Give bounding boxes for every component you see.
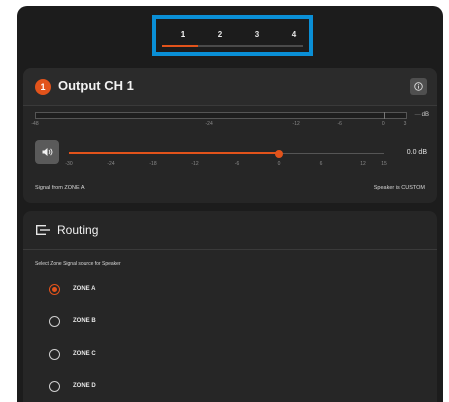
- meter-tick-label: 3: [403, 121, 407, 127]
- zone-c-label: ZONE C: [73, 351, 96, 357]
- speaker-icon: [42, 148, 53, 156]
- gain-tick-label: 0: [277, 161, 281, 167]
- zone-c-radio[interactable]: [49, 349, 60, 360]
- meter-tick-label: -6: [337, 121, 342, 127]
- meter-unit: —dB: [414, 112, 429, 118]
- active-tab-indicator: [162, 45, 198, 47]
- gain-tick-label: 6: [319, 161, 323, 167]
- signal-source-text: Signal from ZONE A: [35, 185, 85, 191]
- tab-channel-4[interactable]: 4: [279, 30, 309, 39]
- routing-card: Routing Select Zone Signal source for Sp…: [23, 211, 437, 402]
- output-title: Output CH 1: [58, 78, 134, 93]
- gain-tick-label: -6: [234, 161, 240, 167]
- info-button[interactable]: [410, 78, 427, 95]
- routing-header: Routing: [23, 211, 437, 250]
- gain-tick-label: -18: [149, 161, 157, 167]
- meter-tick-label: 0: [381, 121, 385, 127]
- gain-tick-label: 12: [360, 161, 366, 167]
- level-meter: [35, 112, 407, 119]
- gain-slider-thumb[interactable]: [275, 150, 283, 158]
- gain-tick-label: 15: [381, 161, 387, 167]
- zone-a-label: ZONE A: [73, 286, 96, 292]
- meter-tick-label: -24: [205, 121, 213, 127]
- routing-icon: [36, 225, 50, 235]
- tab-channel-3[interactable]: 3: [242, 30, 272, 39]
- meter-tick-label: -48: [31, 121, 39, 127]
- channel-tabs: 1 2 3 4: [152, 15, 313, 56]
- zone-d-label: ZONE D: [73, 383, 96, 389]
- gain-tick-label: -12: [191, 161, 199, 167]
- zone-b-radio[interactable]: [49, 316, 60, 327]
- routing-title: Routing: [57, 223, 99, 237]
- zone-a-radio[interactable]: [49, 284, 60, 295]
- meter-scale: -48 -24 -12 -6 0 3: [31, 121, 407, 129]
- zone-d-radio[interactable]: [49, 381, 60, 392]
- output-header: 1 Output CH 1: [23, 68, 437, 106]
- app-window: 1 2 3 4 1 Output CH 1 —dB -48 -24 -12 -6 0 3: [17, 6, 443, 402]
- gain-scale: -30 -24 -18 -12 -6 0 6 12 15: [65, 161, 387, 169]
- output-card: 1 Output CH 1 —dB -48 -24 -12 -6 0 3 -30…: [23, 68, 437, 203]
- routing-description: Select Zone Signal source for Speaker: [35, 261, 121, 267]
- meter-tick-label: -12: [292, 121, 300, 127]
- speaker-type-text: Speaker is CUSTOM: [373, 185, 425, 191]
- tab-channel-1[interactable]: 1: [168, 30, 198, 39]
- gain-value: 0.0 dB: [406, 149, 427, 156]
- gain-slider[interactable]: [69, 149, 384, 159]
- gain-tick-label: -24: [107, 161, 115, 167]
- mute-button[interactable]: [35, 140, 59, 164]
- meter-zero-marker: [384, 112, 386, 119]
- gain-slider-fill: [69, 152, 279, 154]
- info-icon: [414, 82, 423, 91]
- gain-tick-label: -30: [65, 161, 73, 167]
- zone-b-label: ZONE B: [73, 318, 96, 324]
- channel-badge: 1: [35, 79, 51, 95]
- tab-channel-2[interactable]: 2: [205, 30, 235, 39]
